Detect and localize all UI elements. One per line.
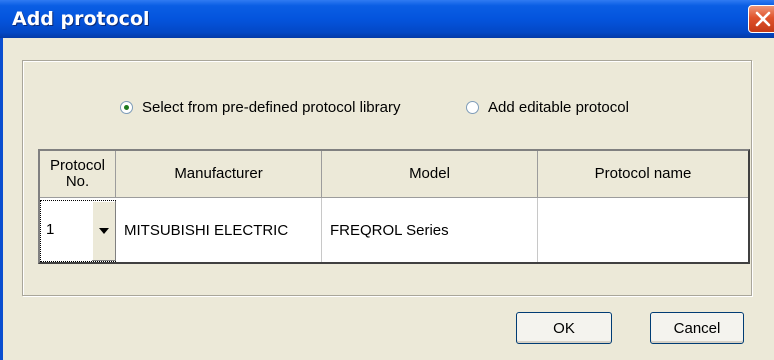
window-border [0, 38, 3, 360]
close-button[interactable] [748, 5, 774, 33]
radio-predefined-library[interactable]: Select from pre-defined protocol library [120, 96, 400, 118]
radio-predefined-button[interactable] [120, 100, 133, 114]
cell-model[interactable]: FREQROL Series [322, 198, 538, 262]
protocol-no-dropdown-button[interactable] [91, 201, 116, 261]
protocol-no-combobox[interactable]: 1 [40, 200, 116, 262]
radio-selected-dot [124, 104, 129, 110]
header-model: Model [322, 151, 538, 198]
ok-button[interactable]: OK [516, 312, 612, 344]
chevron-down-icon [99, 228, 109, 234]
protocol-no-value: 1 [46, 221, 55, 238]
add-protocol-dialog: Add protocol Select from pre-defined pro… [0, 0, 774, 360]
header-manufacturer: Manufacturer [116, 151, 322, 198]
cell-protocol-name[interactable] [538, 198, 748, 262]
close-icon [755, 11, 771, 27]
radio-editable-button[interactable] [466, 100, 479, 114]
dialog-title: Add protocol [12, 8, 150, 30]
title-bar[interactable]: Add protocol [0, 0, 774, 38]
header-protocol-no: Protocol No. [40, 151, 116, 198]
radio-predefined-label: Select from pre-defined protocol library [142, 98, 401, 116]
cancel-button[interactable]: Cancel [650, 312, 744, 344]
header-protocol-name: Protocol name [538, 151, 748, 198]
radio-editable-label: Add editable protocol [488, 98, 629, 116]
cell-manufacturer[interactable]: MITSUBISHI ELECTRIC [116, 198, 322, 262]
protocol-table: Protocol No. Manufacturer Model Protocol… [38, 149, 750, 264]
radio-editable-protocol[interactable]: Add editable protocol [466, 96, 629, 118]
